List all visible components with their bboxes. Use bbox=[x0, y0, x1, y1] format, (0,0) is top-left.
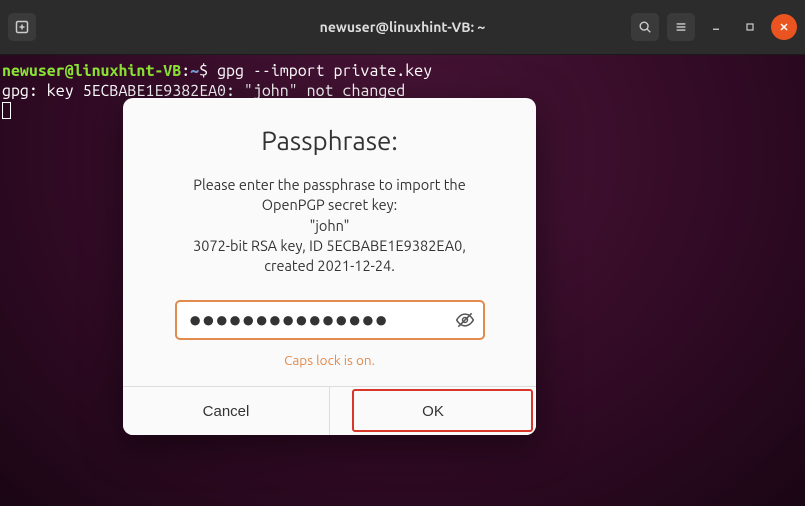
eye-hidden-icon bbox=[455, 310, 475, 330]
dialog-title: Passphrase: bbox=[147, 126, 512, 155]
dialog-body: Passphrase: Please enter the passphrase … bbox=[123, 98, 536, 386]
dialog-line5: created 2021-12-24. bbox=[147, 256, 512, 276]
terminal-prompt: $ bbox=[199, 62, 217, 80]
toggle-visibility-button[interactable] bbox=[455, 310, 475, 330]
new-tab-icon bbox=[14, 19, 30, 35]
window-title: newuser@linuxhint-VB: ~ bbox=[320, 19, 486, 35]
dialog-line4: 3072-bit RSA key, ID 5ECBABE1E9382EA0, bbox=[147, 236, 512, 256]
titlebar: newuser@linuxhint-VB: ~ bbox=[0, 0, 805, 55]
maximize-icon bbox=[744, 21, 756, 33]
terminal-user-host: newuser@linuxhint-VB bbox=[2, 62, 181, 80]
close-button[interactable] bbox=[771, 14, 797, 40]
terminal-colon: : bbox=[181, 62, 190, 80]
dialog-message: Please enter the passphrase to import th… bbox=[147, 175, 512, 276]
passphrase-input[interactable] bbox=[175, 300, 485, 340]
dialog-line2: OpenPGP secret key: bbox=[147, 195, 512, 215]
cancel-button[interactable]: Cancel bbox=[123, 387, 330, 435]
minimize-button[interactable] bbox=[703, 14, 729, 40]
minimize-icon bbox=[710, 21, 722, 33]
dialog-line1: Please enter the passphrase to import th… bbox=[147, 175, 512, 195]
search-button[interactable] bbox=[631, 13, 659, 41]
terminal-cursor bbox=[2, 102, 11, 119]
new-tab-button[interactable] bbox=[8, 13, 36, 41]
terminal-command: gpg --import private.key bbox=[217, 62, 432, 80]
close-icon bbox=[778, 21, 790, 33]
passphrase-dialog: Passphrase: Please enter the passphrase … bbox=[123, 98, 536, 435]
dialog-line3: "john" bbox=[147, 216, 512, 236]
maximize-button[interactable] bbox=[737, 14, 763, 40]
hamburger-icon bbox=[674, 20, 688, 34]
menu-button[interactable] bbox=[667, 13, 695, 41]
search-icon bbox=[638, 20, 652, 34]
titlebar-right bbox=[631, 13, 797, 41]
titlebar-left bbox=[8, 13, 36, 41]
ok-button[interactable]: OK bbox=[330, 387, 536, 435]
terminal-path: ~ bbox=[190, 62, 199, 80]
caps-lock-warning: Caps lock is on. bbox=[147, 352, 512, 368]
dialog-footer: Cancel OK bbox=[123, 386, 536, 435]
password-field-wrap bbox=[175, 300, 485, 340]
